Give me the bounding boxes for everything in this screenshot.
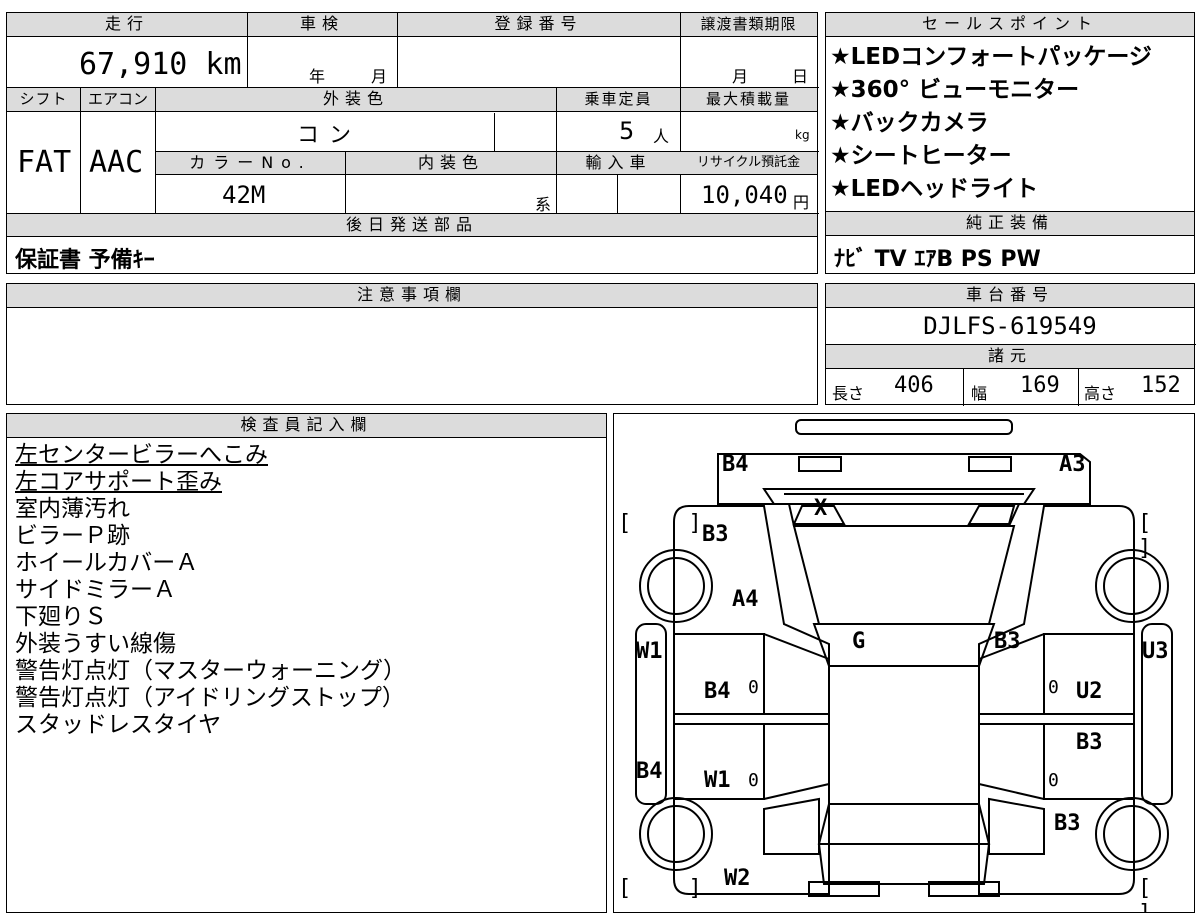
diag-label-b3-mid: B3 (1076, 730, 1103, 755)
diag-label-zero: 0 (748, 770, 759, 791)
diag-bracket-tr: [ ] (1138, 511, 1174, 561)
sales-point-item: ★バックカメラ (830, 110, 989, 136)
genuine-equipment-value: ﾅﾋﾞ TV ｴｱB PS PW (834, 247, 1041, 272)
diag-label-w1-mid: W1 (704, 768, 731, 793)
diag-label-b3-low: B3 (1054, 811, 1081, 836)
shift-value: FAT (17, 145, 72, 180)
inspector-note: ビラーＰ跡 (15, 523, 130, 549)
length-label: 長さ (832, 384, 865, 403)
registration-header: 登録番号 (397, 13, 680, 37)
later-parts-value: 保証書 予備ｷｰ (15, 248, 155, 273)
capacity-value: 5 (619, 117, 635, 145)
inspector-note: サイドミラーＡ (15, 577, 176, 603)
later-parts-header: 後日発送部品 (7, 214, 817, 237)
height-label: 高さ (1084, 384, 1117, 403)
chassis-value: DJLFS-619549 (923, 312, 1097, 340)
shaken-month-label: 月 (371, 67, 388, 86)
car-outline (635, 419, 1173, 897)
diag-label-w2: W2 (724, 866, 751, 891)
inspector-note: スタッドレスタイヤ (15, 712, 222, 738)
sales-point-item: ★360° ビューモニター (830, 77, 1080, 103)
diag-label-a4: A4 (732, 587, 759, 612)
exterior-color-value: コン (297, 123, 362, 148)
max-load-header: 最大積載量 (680, 88, 817, 112)
diag-label-b4-top: B4 (722, 452, 749, 477)
ac-header: エアコン (81, 88, 155, 112)
shift-header: シフト (7, 88, 80, 112)
chassis-header: 車台番号 (826, 284, 1194, 308)
car-damage-diagram: [ ] [ ] [ ] [ ] B4 A3 X B3 A4 G B3 W1 U3… (613, 413, 1195, 913)
inspector-note: 外装うすい線傷 (15, 631, 176, 657)
recycle-header: リサイクル預託金 (680, 152, 817, 175)
diag-label-b3-right: B3 (994, 629, 1021, 654)
caution-header: 注意事項欄 (7, 284, 817, 308)
genuine-equipment-header: 純正装備 (826, 212, 1194, 236)
sales-points-panel: セールスポイント ★LEDコンフォートパッケージ ★360° ビューモニター ★… (825, 12, 1195, 212)
transfer-month-label: 月 (732, 67, 749, 86)
diag-label-a3: A3 (1059, 452, 1086, 477)
transfer-day-label: 日 (792, 67, 809, 86)
inspector-note: 警告灯点灯（アイドリングストップ） (15, 685, 405, 711)
sales-point-item: ★LEDコンフォートパッケージ (830, 44, 1152, 70)
inspector-note: 左センタービラーへこみ (15, 442, 268, 468)
color-no-header: カラーNo. (156, 152, 345, 175)
specs-header: 諸元 (826, 345, 1194, 369)
caution-panel: 注意事項欄 (6, 283, 818, 405)
width-value: 169 (1020, 373, 1060, 398)
genuine-equipment-panel: 純正装備 ﾅﾋﾞ TV ｴｱB PS PW (825, 211, 1195, 274)
color-no-value: 42M (222, 181, 266, 209)
recycle-unit: 円 (793, 193, 810, 212)
mileage-value: 67,910 km (79, 47, 242, 82)
inspector-note: 警告灯点灯（マスターウォーニング） (15, 658, 406, 684)
vehicle-info-table: 走行 車検 登録番号 譲渡書類期限 67,910 km 年 月 月 日 シフト … (6, 12, 819, 274)
diag-label-x: X (814, 496, 828, 521)
interior-color-suffix: 系 (535, 195, 552, 214)
shaken-header: 車検 (247, 13, 397, 37)
diag-bracket-br: [ ] (1138, 876, 1174, 912)
diag-label-zero: 0 (1048, 770, 1059, 791)
diag-label-w1-left: W1 (636, 639, 663, 664)
diag-bracket-bl: [ ] (618, 876, 724, 901)
diag-label-u2: U2 (1076, 679, 1103, 704)
capacity-unit: 人 (653, 127, 670, 146)
capacity-header: 乗車定員 (557, 88, 680, 112)
inspector-note: ホイールカバーＡ (15, 550, 199, 576)
diag-label-b4-mid: B4 (704, 679, 731, 704)
import-header: 輸入車 (557, 152, 680, 175)
diag-label-g: G (852, 629, 866, 654)
diag-label-zero: 0 (1048, 677, 1059, 698)
mileage-header: 走行 (7, 13, 247, 37)
sales-point-item: ★シートヒーター (830, 143, 1012, 169)
exterior-color-header: 外装色 (156, 88, 556, 112)
max-load-unit: kg (795, 128, 810, 142)
width-label: 幅 (971, 384, 988, 403)
diag-label-b4-lower: B4 (636, 759, 663, 784)
inspector-note: 室内薄汚れ (15, 496, 130, 522)
shaken-year-label: 年 (309, 67, 326, 86)
inspector-header: 検査員記入欄 (7, 414, 606, 438)
diag-label-u3: U3 (1142, 639, 1169, 664)
chassis-panel: 車台番号 DJLFS-619549 諸元 長さ 406 幅 169 高さ 152 (825, 283, 1196, 406)
length-value: 406 (894, 373, 934, 398)
recycle-value: 10,040 (701, 181, 788, 209)
ac-value: AAC (89, 145, 144, 180)
diag-label-b3-left: B3 (702, 522, 729, 547)
inspector-note: 下廻りＳ (15, 604, 107, 630)
transfer-deadline-header: 譲渡書類期限 (680, 13, 817, 37)
sales-point-item: ★LEDヘッドライト (830, 176, 1039, 202)
interior-color-header: 内装色 (346, 152, 556, 175)
sales-points-header: セールスポイント (826, 13, 1194, 37)
inspector-panel: 検査員記入欄 左センタービラーへこみ 左コアサポート歪み 室内薄汚れ ビラーＰ跡… (6, 413, 607, 913)
height-value: 152 (1141, 373, 1181, 398)
inspector-note: 左コアサポート歪み (15, 469, 222, 495)
diag-label-zero: 0 (748, 677, 759, 698)
